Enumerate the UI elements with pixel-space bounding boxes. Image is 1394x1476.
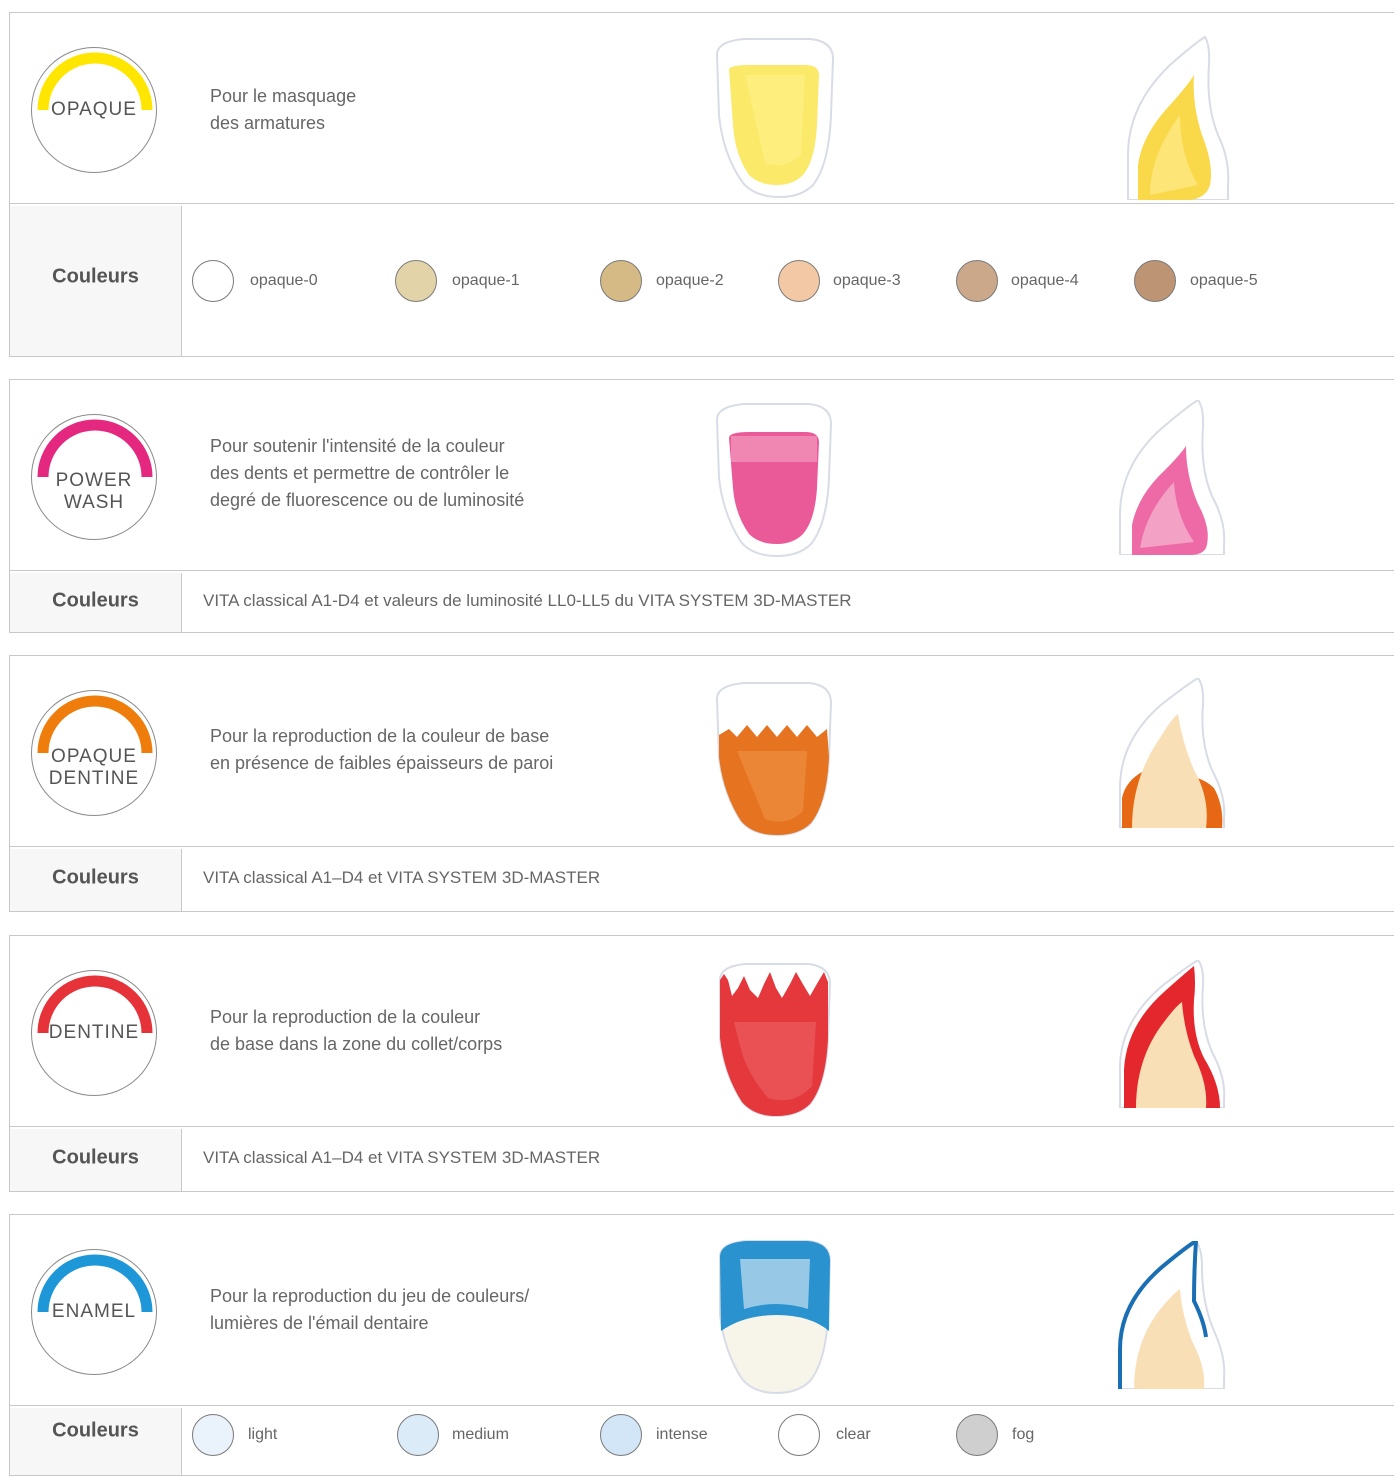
section-opaque-dentine: OPAQUE DENTINE Pour la reproduction de l…: [9, 655, 1394, 912]
shades-description: VITA classical A1-D4 et valeurs de lumin…: [203, 591, 852, 610]
category-badge: ENAMEL: [31, 1249, 157, 1375]
colors-label: Couleurs: [52, 1419, 139, 1442]
shades-description: VITA classical A1–D4 et VITA SYSTEM 3D-M…: [203, 1148, 601, 1167]
shade-swatch: [600, 1414, 642, 1456]
category-badge: DENTINE: [31, 970, 157, 1096]
badge-label: POWER WASH: [55, 469, 133, 513]
shade-label: opaque-5: [1190, 272, 1258, 289]
side-tooth-icon: [1119, 960, 1226, 1108]
badge-label: ENAMEL: [51, 1301, 137, 1322]
shade-swatch: [956, 1414, 998, 1456]
badge-label: OPAQUE: [51, 99, 137, 120]
category-badge: OPAQUE: [31, 47, 157, 173]
front-tooth-icon: [715, 403, 833, 557]
section-enamel: ENAMEL Pour la reproduction du jeu de co…: [9, 1214, 1394, 1476]
shade-swatch: [192, 1414, 234, 1456]
section-description: Pour la reproduction de la couleur de ba…: [210, 1007, 503, 1054]
front-tooth-icon: [719, 1240, 832, 1394]
shade-label: opaque-0: [250, 272, 318, 289]
shade-label: opaque-1: [452, 272, 520, 289]
shade-label: intense: [656, 1426, 708, 1443]
side-tooth-icon: [1127, 35, 1230, 200]
shade-swatch: [395, 260, 437, 302]
section-description: Pour soutenir l'intensité de la couleur …: [210, 436, 525, 510]
colors-label: Couleurs: [52, 1146, 139, 1169]
colors-label: Couleurs: [52, 265, 139, 288]
shade-swatch: [397, 1414, 439, 1456]
category-badge: POWER WASH: [31, 414, 157, 540]
shade-swatch: [778, 1414, 820, 1456]
shade-swatch: [956, 260, 998, 302]
shade-label: opaque-2: [656, 272, 724, 289]
shade-label: clear: [836, 1426, 871, 1443]
shade-swatch: [600, 260, 642, 302]
category-badge: OPAQUE DENTINE: [31, 690, 157, 816]
section-description: Pour la reproduction du jeu de couleurs/…: [210, 1286, 530, 1333]
shade-swatch: [778, 260, 820, 302]
side-tooth-icon: [1118, 1241, 1226, 1389]
section-power-wash: POWER WASH Pour soutenir l'intensité de …: [9, 379, 1394, 633]
colors-label: Couleurs: [52, 866, 139, 889]
front-tooth-icon: [715, 38, 835, 199]
shade-label: opaque-3: [833, 272, 901, 289]
section-opaque: OPAQUE Pour le masquage des armatures Co…: [9, 12, 1394, 357]
front-tooth-icon: [719, 963, 832, 1117]
shade-swatch: [1134, 260, 1176, 302]
section-dentine: DENTINE Pour la reproduction de la coule…: [9, 935, 1394, 1192]
shade-label: medium: [452, 1426, 509, 1443]
side-tooth-icon: [1119, 678, 1226, 828]
shade-label: fog: [1012, 1426, 1035, 1443]
front-tooth-icon: [715, 682, 833, 836]
shades-description: VITA classical A1–D4 et VITA SYSTEM 3D-M…: [203, 868, 601, 887]
colors-label: Couleurs: [52, 589, 139, 612]
side-tooth-icon: [1119, 400, 1226, 555]
shade-swatch: [192, 260, 234, 302]
section-description: Pour la reproduction de la couleur de ba…: [210, 726, 554, 773]
badge-label: OPAQUE DENTINE: [48, 745, 140, 789]
shade-label: light: [248, 1426, 278, 1443]
shade-label: opaque-4: [1011, 272, 1079, 289]
section-description: Pour le masquage des armatures: [210, 86, 357, 133]
badge-label: DENTINE: [48, 1022, 140, 1043]
